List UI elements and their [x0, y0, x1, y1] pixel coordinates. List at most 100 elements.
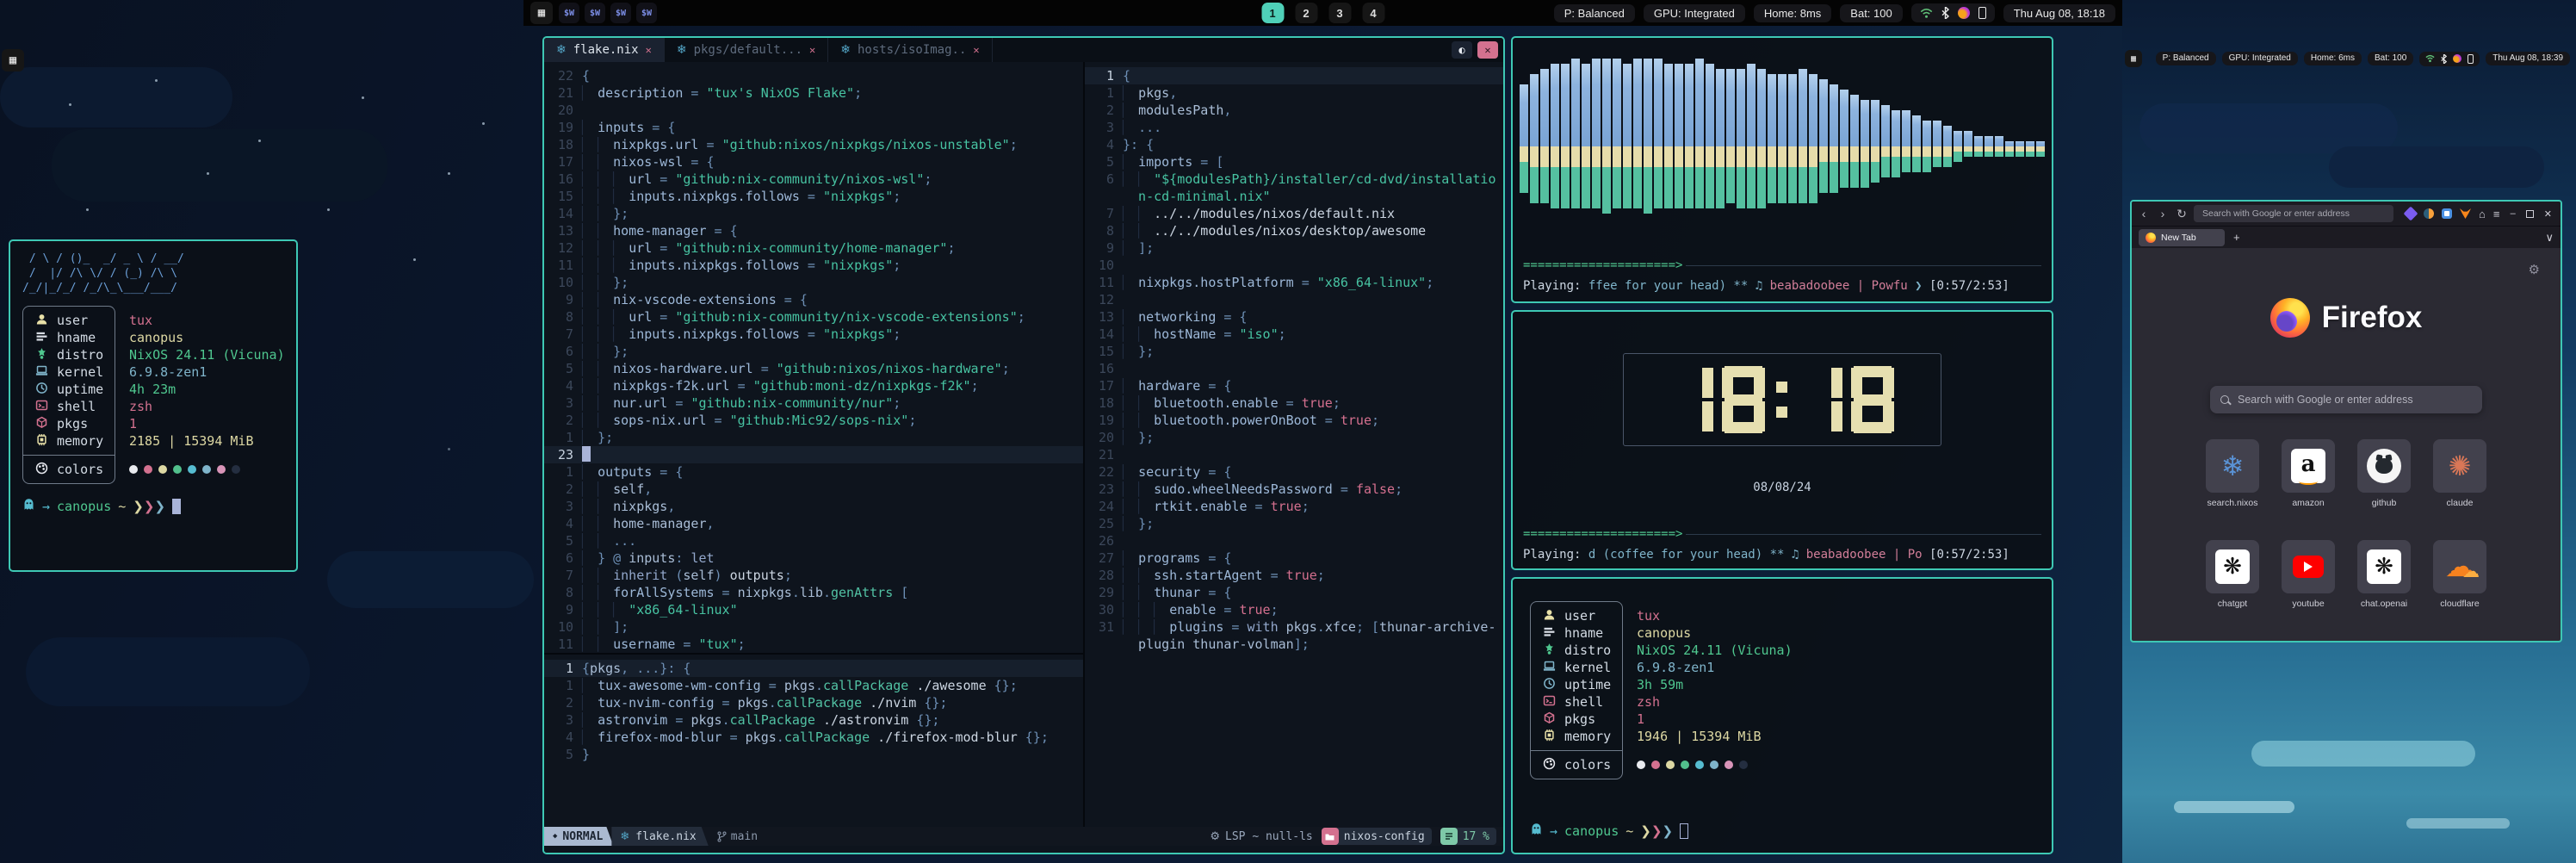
- editor-pane-iso-nix[interactable]: 1{1▏ pkgs,2▏ modulesPath,3▏ ...4}: {5▏ i…: [1085, 62, 1503, 827]
- buffer-close-button[interactable]: ✕: [1477, 41, 1498, 59]
- tab-close-icon[interactable]: ✕: [973, 44, 979, 56]
- close-button[interactable]: ✕: [2544, 208, 2552, 220]
- code-line: 15▏ };: [1085, 343, 1503, 360]
- fetch-label-row: uptime: [1531, 676, 1622, 693]
- fetch-value: 3h 59m: [1637, 676, 1793, 693]
- minimize-button[interactable]: –: [2511, 208, 2516, 219]
- visualizer-bar: [1840, 146, 1848, 162]
- shortcut-cloudflare[interactable]: ☁☁cloudflare: [2433, 540, 2486, 593]
- line-number: 28: [1085, 567, 1123, 584]
- editor-tab-pkgs-default-[interactable]: ❄pkgs/default...✕: [665, 38, 828, 62]
- fetch-label: uptime: [57, 382, 103, 397]
- shortcut-search-nixos[interactable]: ❄search.nixos: [2206, 439, 2259, 493]
- visualizer-bar: [1850, 95, 1859, 146]
- visualizer-bar: [1871, 100, 1879, 146]
- menu-button[interactable]: ≡: [2493, 208, 2500, 220]
- buffer-toggle-button[interactable]: ◐: [1452, 41, 1472, 59]
- launcher-icon-left-monitor[interactable]: ▦: [2, 49, 24, 71]
- window-icon[interactable]: $W: [585, 3, 605, 23]
- window-icon[interactable]: $W: [559, 3, 579, 23]
- new-tab-button[interactable]: +: [2233, 231, 2240, 244]
- shortcut-amazon[interactable]: aamazon: [2282, 439, 2335, 493]
- code-text: ▏ ▏ ▏ inputs.nixpkgs.follows = "nixpkgs"…: [582, 188, 1083, 205]
- line-number: 3: [544, 498, 582, 515]
- personalize-gear-icon[interactable]: ⚙: [2529, 262, 2540, 277]
- tab-new-tab[interactable]: New Tab: [2139, 229, 2225, 246]
- editor-tab-flake-nix[interactable]: ❄flake.nix✕: [544, 38, 665, 62]
- search-icon: [2220, 395, 2229, 404]
- editor-tab-hosts-isoImag-[interactable]: ❄hosts/isoImag..✕: [828, 38, 992, 62]
- visualizer-bar: [1592, 59, 1601, 146]
- line-number: 4: [544, 729, 582, 746]
- extension-icon-blue[interactable]: [2442, 208, 2452, 219]
- pkgs-icon: [1542, 711, 1556, 728]
- tab-close-icon[interactable]: ✕: [646, 44, 652, 56]
- maximize-button[interactable]: [2526, 210, 2534, 218]
- workspace-button-3[interactable]: 3: [1328, 3, 1351, 23]
- window-icon[interactable]: $W: [610, 3, 631, 23]
- terminal-cursor[interactable]: [1680, 823, 1688, 839]
- shortcut-youtube[interactable]: youtube: [2282, 540, 2335, 593]
- tab-overflow-button[interactable]: ∨: [2545, 231, 2554, 245]
- metamask-icon[interactable]: [2460, 208, 2471, 219]
- terminal-cursor[interactable]: [172, 499, 181, 514]
- line-number: 5: [544, 532, 582, 549]
- code-text: }: {: [1123, 136, 1503, 153]
- workspace-button-1[interactable]: 1: [1261, 3, 1284, 23]
- code-line: 4▏ ▏ nixpkgs-f2k.url = "github:moni-dz/n…: [544, 377, 1083, 394]
- code-text: ▏ ▏ home-manager,: [582, 515, 1083, 532]
- url-bar[interactable]: Search with Google or enter address: [2194, 205, 2393, 222]
- workspace-button-4[interactable]: 4: [1362, 3, 1384, 23]
- code-line: 3▏ ...: [1085, 119, 1503, 136]
- visualizer-bar: [1923, 146, 1931, 157]
- code-line: 11▏ nixpkgs.hostPlatform = "x86_64-linux…: [1085, 274, 1503, 291]
- code-text: n-cd-minimal.nix": [1123, 188, 1503, 205]
- visualizer-bar: [1974, 152, 1983, 157]
- launcher-icon[interactable]: ▦: [530, 2, 553, 24]
- color-profile-icon: [1958, 7, 1970, 19]
- clock-widget: Thu Aug 08, 18:18: [2003, 4, 2115, 22]
- distro-icon: [1542, 643, 1556, 659]
- home-button[interactable]: ⌂: [2479, 208, 2486, 220]
- reload-button[interactable]: ↻: [2175, 207, 2189, 221]
- launcher-icon-secondary[interactable]: ▦: [2125, 50, 2142, 67]
- line-number: 13: [1085, 308, 1123, 326]
- tab-close-icon[interactable]: ✕: [809, 44, 815, 56]
- folder-icon: [1322, 828, 1339, 845]
- extension-icon-purple[interactable]: [2404, 207, 2418, 221]
- editor-pane-default-nix[interactable]: 1{pkgs, ...}: {1▏ tux-awesome-wm-config …: [544, 655, 1083, 827]
- shortcut-chatgpt[interactable]: ❋chatgpt: [2206, 540, 2259, 593]
- shortcut-label: youtube: [2265, 599, 2351, 609]
- command-line[interactable]: [544, 846, 1503, 853]
- visualizer-bar: [1830, 146, 1838, 162]
- code-line: 20: [544, 102, 1083, 119]
- editor-pane-flake-nix[interactable]: 22{21▏ description = "tux's NixOS Flake"…: [544, 62, 1083, 653]
- line-number: 6: [1085, 171, 1123, 188]
- shell-prompt[interactable]: →canopus~❯❯❯: [1530, 823, 1688, 839]
- shell-prompt[interactable]: →canopus~❯❯❯: [22, 498, 284, 514]
- extension-icon-swirl[interactable]: [2424, 208, 2434, 219]
- workspace-button-2[interactable]: 2: [1295, 3, 1317, 23]
- status-chip: P: Balanced: [1554, 4, 1635, 22]
- code-text: ▏ pkgs,: [1123, 84, 1503, 102]
- window-icon[interactable]: $W: [636, 3, 657, 23]
- line-number: 26: [1085, 532, 1123, 549]
- palette-dot: [158, 465, 167, 474]
- line-number: 17: [1085, 377, 1123, 394]
- line-number: 13: [544, 222, 582, 239]
- shortcut-github[interactable]: github: [2357, 439, 2411, 493]
- visualizer-bar: [1654, 167, 1663, 208]
- line-number: 1: [544, 429, 582, 446]
- code-line: 16▏ ▏ ▏ url = "github:nix-community/nixo…: [544, 171, 1083, 188]
- line-number: 27: [1085, 549, 1123, 567]
- shortcut-claude[interactable]: ✺claude: [2433, 439, 2486, 493]
- search-input[interactable]: Search with Google or enter address: [2210, 386, 2482, 413]
- shortcut-chat-openai[interactable]: ❋chat.openai: [2357, 540, 2411, 593]
- fetch-value: 1946 | 15394 MiB: [1637, 728, 1793, 745]
- color-profile-icon: [2453, 54, 2461, 63]
- code-text: ▏ firefox-mod-blur = pkgs.callPackage ./…: [582, 729, 1083, 746]
- back-button[interactable]: ‹: [2137, 207, 2151, 220]
- visualizer-bar: [1520, 84, 1528, 146]
- fetch-value: 1: [129, 415, 285, 432]
- forward-button[interactable]: ›: [2156, 207, 2170, 220]
